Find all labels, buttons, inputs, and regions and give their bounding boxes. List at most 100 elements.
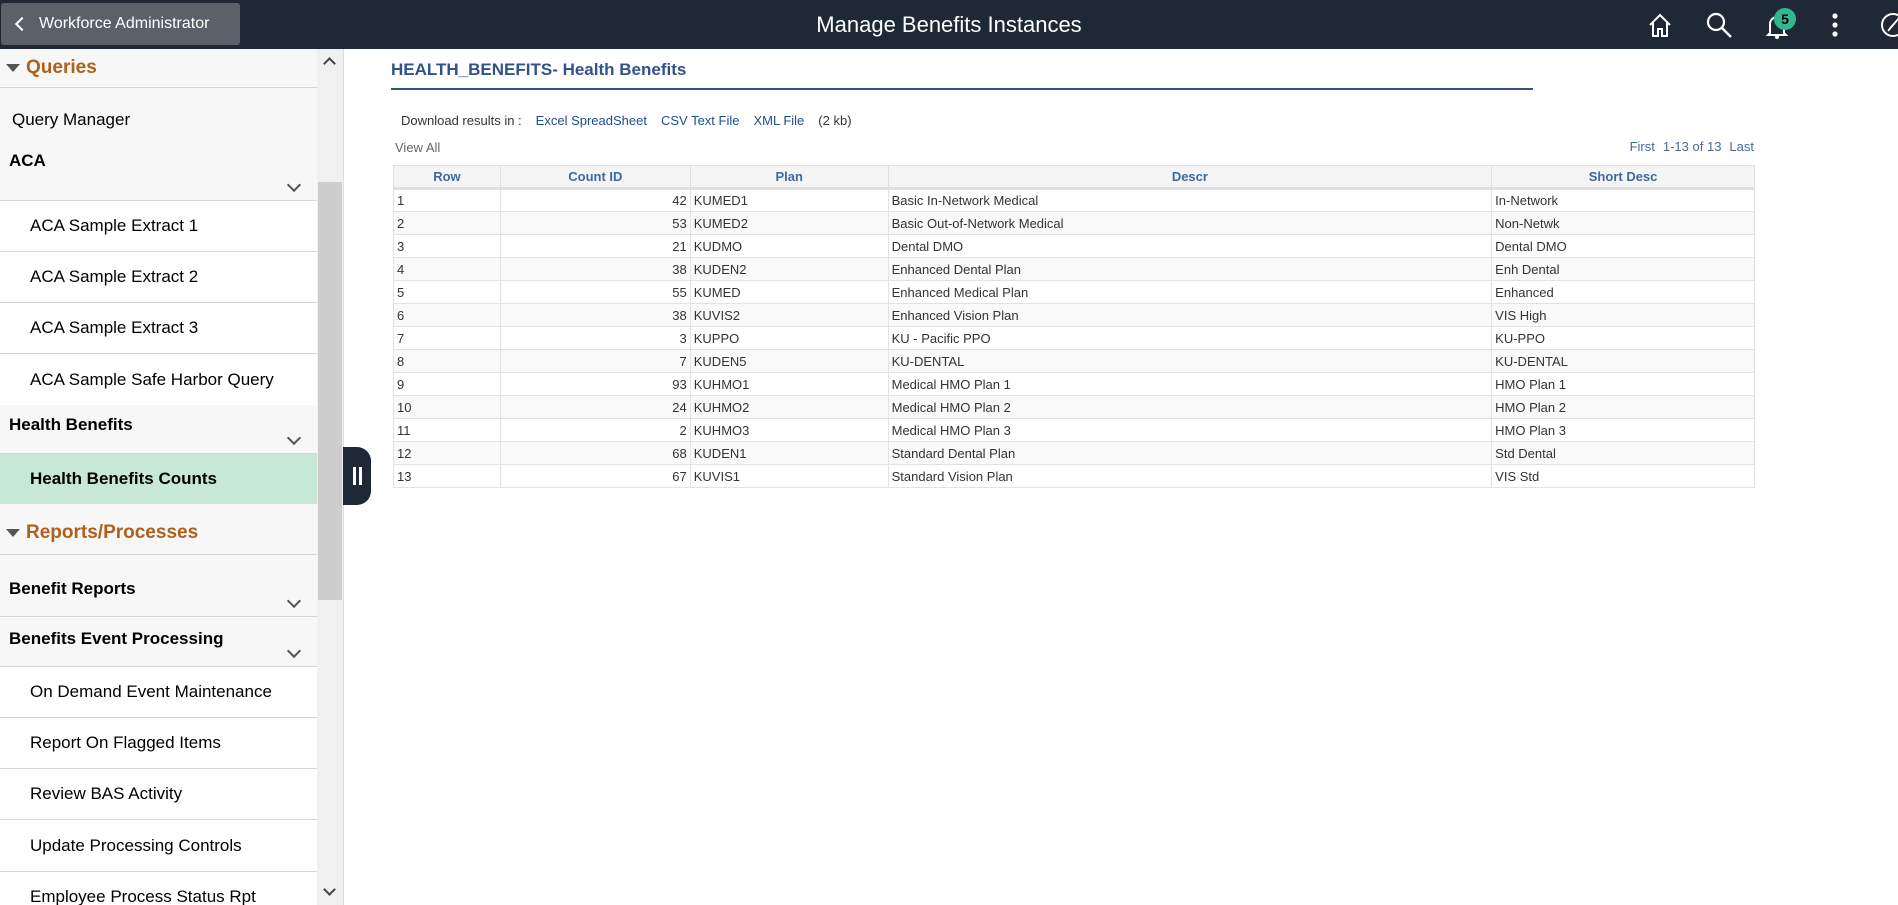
scrollbar-thumb[interactable]: [318, 182, 342, 600]
sidebar-item-aca-2[interactable]: ACA Sample Extract 2: [0, 252, 317, 303]
table-cell: 93: [499, 372, 691, 396]
table-cell: 68: [499, 441, 691, 465]
caret-down-icon: [6, 529, 20, 537]
sidebar-item-aca-safe-harbor[interactable]: ACA Sample Safe Harbor Query: [0, 354, 317, 405]
sidebar-item-aca-3[interactable]: ACA Sample Extract 3: [0, 303, 317, 354]
group-benefits-event-processing[interactable]: Benefits Event Processing: [0, 617, 317, 667]
table-cell: HMO Plan 1: [1491, 372, 1755, 396]
table-cell: 6: [393, 303, 501, 327]
table-cell: Enh Dental: [1491, 257, 1755, 281]
chevron-down-icon: [286, 593, 302, 609]
table-row: 5 55 KUMED Enhanced Medical Plan Enhanced: [393, 280, 1755, 304]
table-cell: KUDEN5: [689, 349, 889, 373]
table-cell: Enhanced Medical Plan: [887, 280, 1493, 304]
sidebar-item-bep-4[interactable]: Update Processing Controls: [0, 820, 317, 872]
table-cell: 38: [499, 257, 691, 281]
drag-handle-icon: [358, 467, 362, 485]
sidebar-item-bep-5[interactable]: Employee Process Status Rpt: [0, 872, 317, 905]
section-label: Queries: [26, 57, 97, 78]
group-aca[interactable]: ACA: [0, 137, 317, 201]
item-label: ACA Sample Extract 1: [30, 216, 199, 235]
column-header[interactable]: Plan: [689, 165, 889, 190]
column-header[interactable]: Short Desc: [1491, 165, 1755, 190]
table-cell: Standard Vision Plan: [887, 464, 1493, 488]
table-row: 3 21 KUDMO Dental DMO Dental DMO: [393, 234, 1755, 258]
search-icon[interactable]: [1704, 10, 1734, 40]
table-cell: 55: [499, 280, 691, 304]
last-link[interactable]: Last: [1729, 139, 1754, 154]
chevron-down-icon: [286, 643, 302, 659]
table-cell: Standard Dental Plan: [887, 441, 1493, 465]
group-benefit-reports[interactable]: Benefit Reports: [0, 555, 317, 617]
scroll-down-icon[interactable]: [323, 883, 336, 896]
table-cell: 12: [393, 441, 501, 465]
table-cell: KUVIS1: [689, 464, 889, 488]
notification-badge: 5: [1774, 8, 1796, 30]
table-cell: KUHMO1: [689, 372, 889, 396]
navigator-compass-icon[interactable]: [1878, 10, 1898, 40]
table-cell: 53: [499, 211, 691, 235]
table-cell: 7: [499, 349, 691, 373]
table-cell: HMO Plan 3: [1491, 418, 1755, 442]
group-label: Health Benefits: [9, 415, 133, 434]
sidebar-item-bep-1[interactable]: On Demand Event Maintenance: [0, 667, 317, 718]
item-label: ACA Sample Extract 2: [30, 267, 199, 286]
column-header[interactable]: Count ID: [499, 165, 691, 190]
caret-down-icon: [6, 64, 20, 72]
table-row: 12 68 KUDEN1 Standard Dental Plan Std Dental: [393, 441, 1755, 465]
excel-download-link[interactable]: Excel SpreadSheet: [536, 113, 647, 128]
scroll-up-icon[interactable]: [323, 57, 336, 70]
section-label: Reports/Processes: [26, 522, 199, 543]
table-cell: Std Dental: [1491, 441, 1755, 465]
section-queries[interactable]: Queries: [0, 49, 317, 88]
group-health-benefits[interactable]: Health Benefits: [0, 405, 317, 454]
table-cell: KUHMO2: [689, 395, 889, 419]
item-label: Report On Flagged Items: [30, 733, 221, 752]
table-row: 2 53 KUMED2 Basic Out-of-Network Medical Non…: [393, 211, 1755, 235]
table-row: 11 2 KUHMO3 Medical HMO Plan 3 HMO Plan 3: [393, 418, 1755, 442]
table-cell: 3: [393, 234, 501, 258]
sidebar-item-bep-2[interactable]: Report On Flagged Items: [0, 718, 317, 769]
view-all-link[interactable]: View All: [395, 140, 440, 155]
column-header[interactable]: Descr: [887, 165, 1493, 190]
home-icon[interactable]: [1645, 10, 1675, 40]
table-cell: KUMED2: [689, 211, 889, 235]
csv-download-link[interactable]: CSV Text File: [661, 113, 740, 128]
table-row: 13 67 KUVIS1 Standard Vision Plan VIS Std: [393, 464, 1755, 488]
page-range: 1-13 of 13: [1662, 139, 1722, 154]
chevron-down-icon: [286, 177, 302, 193]
table-cell: 7: [393, 326, 501, 350]
table-cell: 38: [499, 303, 691, 327]
column-header[interactable]: Row: [393, 165, 501, 190]
sidebar-item-aca-1[interactable]: ACA Sample Extract 1: [0, 201, 317, 252]
pager: First 1-13 of 13 Last: [1630, 139, 1754, 154]
section-reports-processes[interactable]: Reports/Processes: [0, 504, 317, 555]
table-cell: KU-DENTAL: [887, 349, 1493, 373]
table-cell: 10: [393, 395, 501, 419]
table-cell: 42: [499, 188, 691, 212]
sidebar-scrollbar[interactable]: [317, 49, 343, 905]
table-cell: KUMED1: [689, 188, 889, 212]
table-cell: Non-Netwk: [1491, 211, 1755, 235]
sidebar-item-bep-3[interactable]: Review BAS Activity: [0, 769, 317, 820]
table-cell: Dental DMO: [1491, 234, 1755, 258]
sidebar-item-health-benefits-counts[interactable]: Health Benefits Counts: [0, 454, 317, 504]
table-cell: Enhanced Dental Plan: [887, 257, 1493, 281]
collapse-sidebar-handle[interactable]: [343, 447, 371, 505]
table-cell: Basic Out-of-Network Medical: [887, 211, 1493, 235]
table-cell: KUVIS2: [689, 303, 889, 327]
more-options-icon[interactable]: [1820, 10, 1850, 40]
group-label: Benefit Reports: [9, 579, 136, 598]
table-cell: KUMED: [689, 280, 889, 304]
xml-download-link[interactable]: XML File: [753, 113, 804, 128]
download-bar: Download results in : Excel SpreadSheet …: [401, 113, 852, 128]
group-label: Benefits Event Processing: [9, 629, 224, 648]
table-cell: Dental DMO: [887, 234, 1493, 258]
item-label: Review BAS Activity: [30, 784, 183, 803]
table-row: 1 42 KUMED1 Basic In-Network Medical In-Netw…: [393, 188, 1755, 212]
table-cell: 13: [393, 464, 501, 488]
item-label: Update Processing Controls: [30, 835, 242, 855]
item-label: ACA Sample Safe Harbor Query: [30, 369, 274, 389]
first-link[interactable]: First: [1630, 139, 1655, 154]
table-cell: KUDMO: [689, 234, 889, 258]
